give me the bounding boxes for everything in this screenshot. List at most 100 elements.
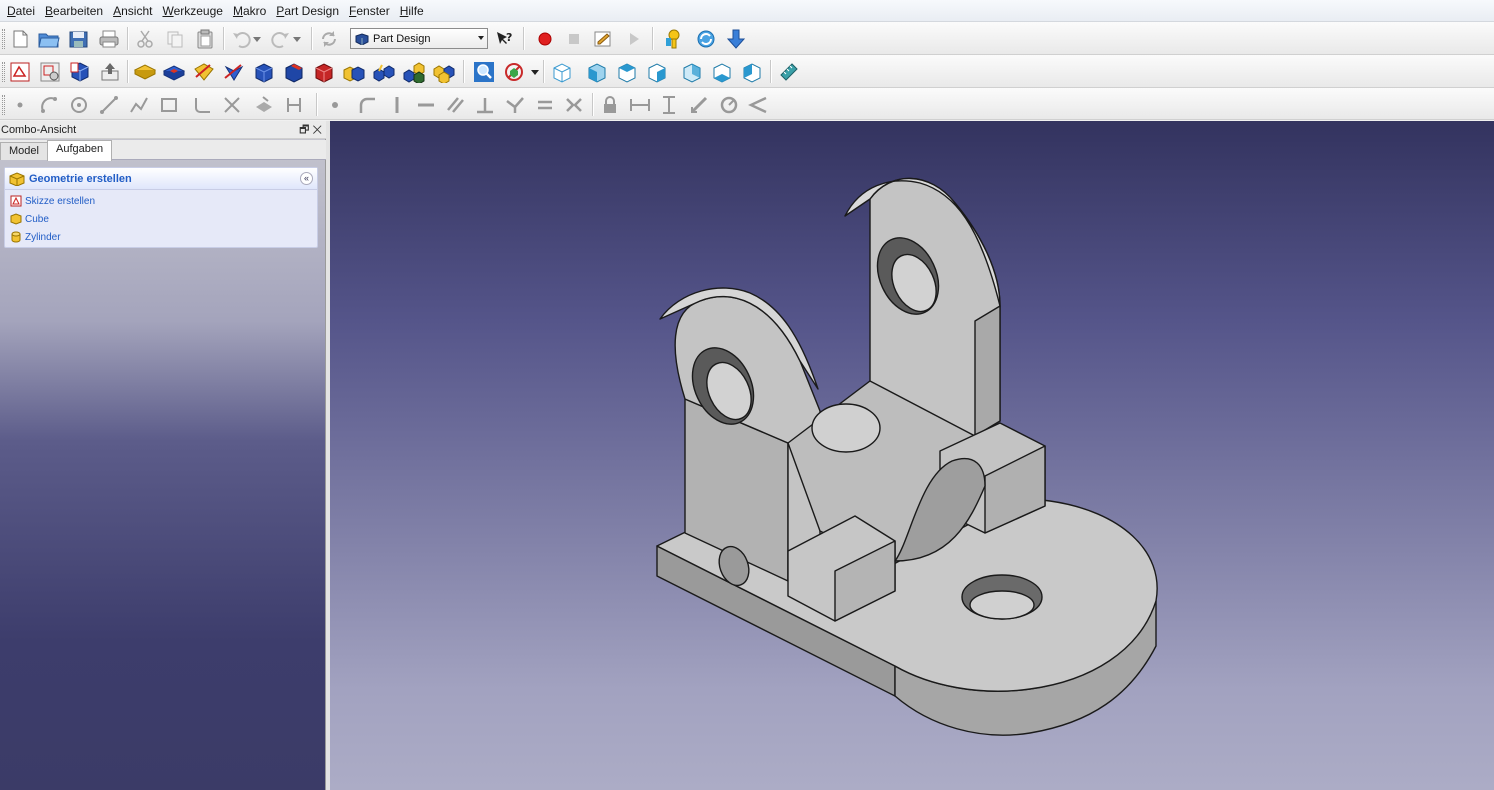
base-hole-inner [969,590,1035,620]
constraint-angle-icon[interactable] [746,93,770,117]
3d-viewport[interactable] [330,121,1494,790]
polyline-icon[interactable] [127,93,151,117]
paste-icon[interactable] [193,27,217,51]
point-icon[interactable] [8,93,32,117]
rectangle-icon[interactable] [157,93,181,117]
combo-view-tabs: Model Aufgaben [0,140,326,161]
toolbar-grip[interactable] [2,62,5,82]
task-item-cube[interactable]: Cube [5,210,317,228]
view-sketch-icon[interactable] [38,60,62,84]
trim-icon[interactable] [220,93,244,117]
constraint-parallel-icon[interactable] [443,93,467,117]
toolbar-grip[interactable] [2,29,5,49]
run-macro-icon[interactable] [622,27,646,51]
stop-macro-icon[interactable] [562,27,586,51]
toolbar-grip[interactable] [2,95,5,115]
constraint-vertical-icon[interactable] [385,93,409,117]
menu-part-design[interactable]: Part Design [271,0,344,22]
floor-hole [811,403,881,453]
tab-model[interactable]: Model [0,142,48,160]
fillet-sketch-icon[interactable] [190,93,214,117]
fillet-icon[interactable] [252,60,276,84]
menu-ansicht[interactable]: Ansicht [108,0,157,22]
constraint-vertical-distance-icon[interactable] [657,93,681,117]
constraint-perpendicular-icon[interactable] [473,93,497,117]
collapse-icon[interactable]: « [300,172,313,185]
constraint-horizontal-icon[interactable] [414,93,438,117]
separator [316,93,317,116]
groove-icon[interactable] [222,60,246,84]
separator [311,27,312,50]
task-box-header[interactable]: Geometrie erstellen « [5,168,317,190]
view-right-icon[interactable] [645,60,669,84]
mirrored-icon[interactable] [342,60,366,84]
workbench-selector[interactable]: Part Design [350,28,488,49]
constraint-horizontal-distance-icon[interactable] [628,93,652,117]
constraint-distance-icon[interactable] [687,93,711,117]
constraint-symmetric-icon[interactable] [562,93,586,117]
part-model [656,177,1158,736]
measure-icon[interactable] [777,60,801,84]
polar-pattern-icon[interactable] [402,60,426,84]
view-top-icon[interactable] [615,60,639,84]
help-key-icon[interactable] [662,27,686,51]
draft-icon[interactable] [312,60,336,84]
new-sketch-icon[interactable] [8,60,32,84]
arc-icon[interactable] [37,93,61,117]
view-left-icon[interactable] [740,60,764,84]
constraint-lock-icon[interactable] [598,93,622,117]
print-icon[interactable] [97,27,121,51]
open-folder-icon[interactable] [37,27,61,51]
revolution-icon[interactable] [192,60,216,84]
whats-this-glyph: ? [506,31,512,44]
constraint-radius-icon[interactable] [717,93,741,117]
construction-mode-icon[interactable] [282,93,306,117]
menu-hilfe[interactable]: Hilfe [395,0,429,22]
task-item-cylinder[interactable]: Zylinder [5,228,317,246]
line-icon[interactable] [97,93,121,117]
task-item-label: Zylinder [25,231,61,243]
leave-sketch-icon[interactable] [98,60,122,84]
new-file-icon[interactable] [8,27,32,51]
pocket-icon[interactable] [162,60,186,84]
refresh-icon[interactable] [317,27,341,51]
draw-style-dropdown-icon[interactable] [528,60,542,84]
constraint-coincident-icon[interactable] [323,93,347,117]
undo-dropdown-icon[interactable] [250,27,264,51]
task-item-new-sketch[interactable]: Skizze erstellen [5,192,317,210]
view-front-icon[interactable] [585,60,609,84]
draw-style-icon[interactable] [502,60,526,84]
sync-icon[interactable] [694,27,718,51]
whats-this-icon[interactable]: ? [492,27,516,51]
constraint-equal-icon[interactable] [533,93,557,117]
redo-dropdown-icon[interactable] [290,27,304,51]
menu-werkzeuge[interactable]: Werkzeuge [157,0,227,22]
record-macro-icon[interactable] [533,27,557,51]
menu-makro[interactable]: Makro [228,0,271,22]
menu-fenster[interactable]: Fenster [344,0,395,22]
copy-icon[interactable] [163,27,187,51]
map-sketch-icon[interactable] [68,60,92,84]
task-item-label: Cube [25,213,49,225]
arrow-down-icon[interactable] [724,27,748,51]
external-geometry-icon[interactable] [252,93,276,117]
circle-icon[interactable] [67,93,91,117]
menu-bearbeiten[interactable]: Bearbeiten [40,0,108,22]
menu-datei[interactable]: Datei [2,0,40,22]
view-isometric-icon[interactable] [550,60,574,84]
pad-icon[interactable] [133,60,157,84]
toolbar-part-design [0,55,1494,88]
multitransform-icon[interactable] [432,60,456,84]
view-fit-icon[interactable] [472,60,496,84]
linear-pattern-icon[interactable] [372,60,396,84]
tab-aufgaben[interactable]: Aufgaben [47,140,113,161]
constraint-tangent-icon[interactable] [503,93,527,117]
cut-icon[interactable] [133,27,157,51]
panel-float-close-buttons[interactable]: 🗗 ✕ [299,121,322,139]
constraint-point-on-object-icon[interactable] [355,93,379,117]
chamfer-icon[interactable] [282,60,306,84]
view-rear-icon[interactable] [680,60,704,84]
edit-macro-icon[interactable] [591,27,615,51]
save-icon[interactable] [67,27,91,51]
view-bottom-icon[interactable] [710,60,734,84]
